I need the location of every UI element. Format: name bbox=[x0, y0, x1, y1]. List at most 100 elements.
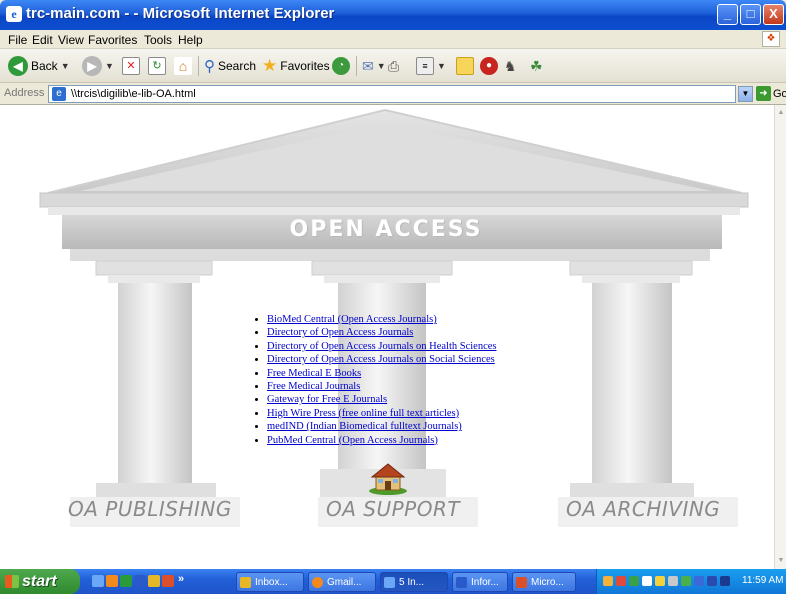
link-doaj-social[interactable]: Directory of Open Access Journals on Soc… bbox=[267, 354, 495, 365]
tray-icon[interactable] bbox=[707, 576, 717, 586]
link-biomed-central[interactable]: BioMed Central (Open Access Journals) bbox=[267, 314, 437, 325]
home-button[interactable]: ⌂ bbox=[174, 55, 192, 77]
search-icon: ⚲ bbox=[204, 58, 215, 75]
back-dropdown-icon[interactable]: ▼ bbox=[61, 61, 70, 71]
link-gateway-ejournals[interactable]: Gateway for Free E Journals bbox=[267, 394, 387, 405]
task-internet-explorer[interactable]: 5 In... bbox=[380, 572, 448, 592]
back-arrow-icon: ◀ bbox=[8, 56, 28, 76]
tray-icon[interactable] bbox=[603, 576, 613, 586]
address-label: Address bbox=[4, 87, 45, 99]
favorites-button[interactable]: ★ Favorites bbox=[262, 55, 330, 77]
address-dropdown-icon[interactable]: ▼ bbox=[738, 86, 753, 102]
tray-icon[interactable] bbox=[668, 576, 678, 586]
stop-button[interactable]: ✕ bbox=[122, 55, 140, 77]
forward-button[interactable]: ▶ ▼ bbox=[82, 55, 114, 77]
task-inbox[interactable]: Inbox... bbox=[236, 572, 304, 592]
edit-dropdown-icon[interactable]: ▼ bbox=[437, 61, 446, 71]
go-button[interactable]: ➜ Go bbox=[756, 86, 786, 101]
quicklaunch-desktop-icon[interactable] bbox=[92, 575, 104, 587]
edit-page-icon: ≡ bbox=[416, 57, 434, 75]
menu-help[interactable]: Help bbox=[178, 33, 203, 47]
link-doaj[interactable]: Directory of Open Access Journals bbox=[267, 327, 413, 338]
tray-icon[interactable] bbox=[616, 576, 626, 586]
resource-link-list: BioMed Central (Open Access Journals) Di… bbox=[257, 313, 496, 447]
link-medind[interactable]: medIND (Indian Biomedical fulltext Journ… bbox=[267, 421, 462, 432]
back-button[interactable]: ◀ Back ▼ bbox=[8, 55, 70, 77]
home-icon: ⌂ bbox=[174, 57, 192, 75]
menu-tools[interactable]: Tools bbox=[144, 33, 172, 47]
favorites-label: Favorites bbox=[280, 59, 330, 73]
mail-button[interactable]: ✉ ▼ bbox=[362, 55, 386, 77]
address-value: \\trcis\digilib\e-lib-OA.html bbox=[71, 88, 196, 100]
task-gmail[interactable]: Gmail... bbox=[308, 572, 376, 592]
link-free-medical-ebooks[interactable]: Free Medical E Books bbox=[267, 368, 361, 379]
clock[interactable]: 11:59 AM bbox=[742, 575, 784, 586]
discuss-button[interactable]: ☘ bbox=[530, 55, 543, 77]
quicklaunch-word-icon[interactable] bbox=[134, 575, 146, 587]
quicklaunch-outlook-icon[interactable] bbox=[148, 575, 160, 587]
firefox-icon bbox=[312, 577, 323, 588]
list-item: medIND (Indian Biomedical fulltext Journ… bbox=[267, 420, 496, 433]
oa-archiving-label: OA ARCHIVING bbox=[566, 497, 721, 521]
quicklaunch-firefox-icon[interactable] bbox=[106, 575, 118, 587]
scroll-down-icon[interactable]: ▼ bbox=[775, 555, 786, 567]
link-doaj-health[interactable]: Directory of Open Access Journals on Hea… bbox=[267, 341, 496, 352]
start-button[interactable]: start bbox=[0, 569, 80, 594]
title-bar[interactable]: e trc-main.com - - Microsoft Internet Ex… bbox=[0, 0, 786, 30]
print-icon: ⎙ bbox=[388, 57, 400, 74]
house-icon[interactable] bbox=[367, 461, 409, 495]
vertical-scrollbar[interactable]: ▲ ▼ bbox=[774, 105, 786, 569]
tray-icon[interactable] bbox=[694, 576, 704, 586]
list-item: Directory of Open Access Journals on Hea… bbox=[267, 340, 496, 353]
history-icon: ◔ bbox=[332, 57, 350, 75]
quicklaunch-overflow[interactable]: » bbox=[178, 573, 184, 585]
link-free-medical-journals[interactable]: Free Medical Journals bbox=[267, 381, 360, 392]
list-item: Gateway for Free E Journals bbox=[267, 393, 496, 406]
address-bar: Address e \\trcis\digilib\e-lib-OA.html … bbox=[0, 83, 786, 105]
internet-explorer-icon: e bbox=[6, 6, 22, 22]
menu-view[interactable]: View bbox=[58, 33, 84, 47]
menu-file[interactable]: File bbox=[8, 33, 27, 47]
open-access-banner: OPEN ACCESS bbox=[289, 217, 483, 242]
close-button[interactable]: X bbox=[763, 4, 784, 25]
folder-button[interactable] bbox=[456, 55, 474, 77]
list-item: Directory of Open Access Journals on Soc… bbox=[267, 353, 496, 366]
search-label: Search bbox=[218, 59, 257, 73]
edit-button[interactable]: ≡ ▼ bbox=[416, 55, 446, 77]
tray-icon[interactable] bbox=[642, 576, 652, 586]
address-input[interactable]: e \\trcis\digilib\e-lib-OA.html bbox=[48, 85, 736, 103]
refresh-button[interactable]: ↻ bbox=[148, 55, 166, 77]
page-icon: e bbox=[52, 87, 66, 101]
research-button[interactable]: ● bbox=[480, 55, 498, 77]
tray-icon[interactable] bbox=[681, 576, 691, 586]
task-information[interactable]: Infor... bbox=[452, 572, 508, 592]
outlook-icon bbox=[240, 577, 251, 588]
quicklaunch-excel-icon[interactable] bbox=[120, 575, 132, 587]
maximize-button[interactable]: □ bbox=[740, 4, 761, 25]
windows-flag-icon bbox=[5, 575, 19, 588]
forward-dropdown-icon[interactable]: ▼ bbox=[105, 61, 114, 71]
tray-icon[interactable] bbox=[655, 576, 665, 586]
word-icon bbox=[456, 577, 467, 588]
search-button[interactable]: ⚲ Search bbox=[204, 55, 256, 77]
scroll-up-icon[interactable]: ▲ bbox=[775, 107, 786, 119]
link-pubmed-central[interactable]: PubMed Central (Open Access Journals) bbox=[267, 435, 438, 446]
list-item: BioMed Central (Open Access Journals) bbox=[267, 313, 496, 326]
print-button[interactable]: ⎙ bbox=[388, 55, 399, 77]
mail-dropdown-icon[interactable]: ▼ bbox=[377, 61, 386, 71]
link-highwire-press[interactable]: High Wire Press (free online full text a… bbox=[267, 408, 459, 419]
task-label: Inbox... bbox=[255, 577, 288, 588]
quicklaunch-powerpoint-icon[interactable] bbox=[162, 575, 174, 587]
folder-icon bbox=[456, 57, 474, 75]
tray-icon[interactable] bbox=[720, 576, 730, 586]
powerpoint-icon bbox=[516, 577, 527, 588]
list-item: Free Medical Journals bbox=[267, 380, 496, 393]
minimize-button[interactable]: _ bbox=[717, 4, 738, 25]
go-arrow-icon: ➜ bbox=[756, 86, 771, 101]
task-microsoft[interactable]: Micro... bbox=[512, 572, 576, 592]
menu-favorites[interactable]: Favorites bbox=[88, 33, 137, 47]
history-button[interactable]: ◔ bbox=[332, 55, 350, 77]
messenger-button[interactable]: ♞ bbox=[504, 55, 517, 77]
menu-edit[interactable]: Edit bbox=[32, 33, 53, 47]
tray-icon[interactable] bbox=[629, 576, 639, 586]
